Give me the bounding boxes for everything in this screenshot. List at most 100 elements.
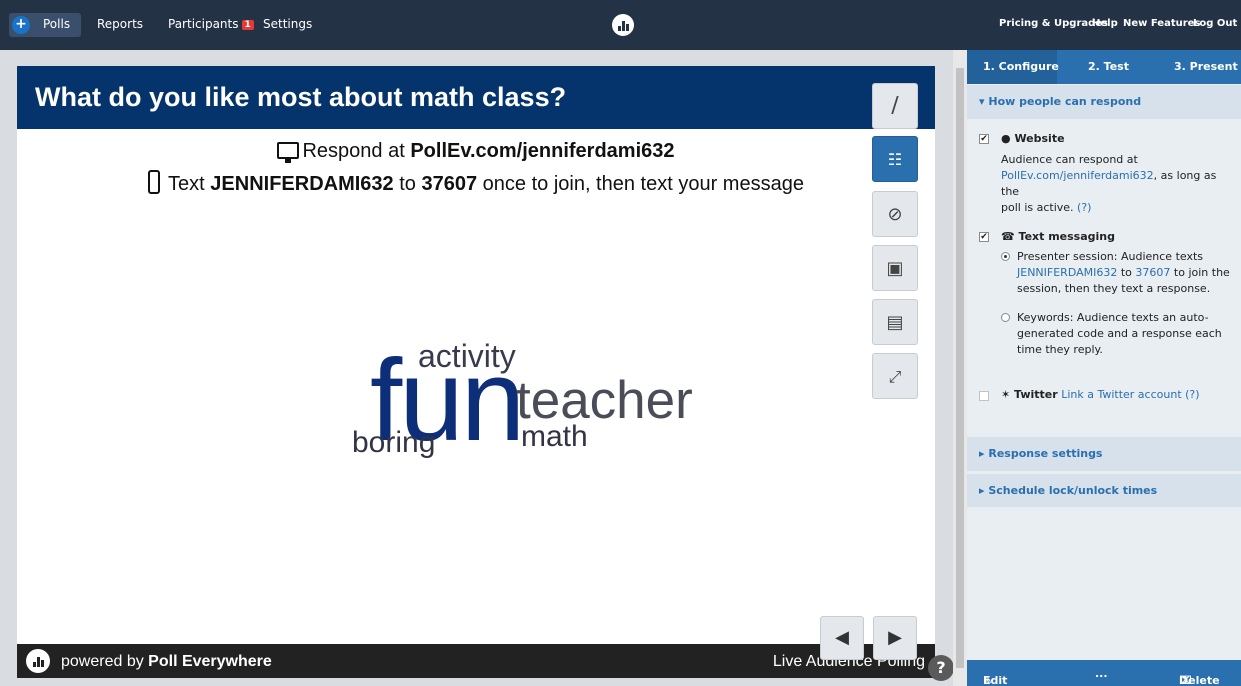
twitter-label: Twitter [1014, 388, 1058, 401]
twitter-option: ✶ Twitter Link a Twitter account (?) [1001, 387, 1200, 403]
top-nav: + Polls Reports Participants 1 Settings P… [0, 0, 1241, 50]
website-help-link[interactable]: (?) [1077, 201, 1091, 214]
respond-web-line: Respond at PollEv.com/jenniferdami632 [17, 140, 935, 163]
step-present[interactable]: 3. Present [1174, 60, 1238, 73]
arrow-right-icon: ▶ [888, 627, 902, 648]
nav-participants-label[interactable]: Participants [168, 17, 239, 31]
arrow-left-icon: ◀ [835, 627, 849, 648]
hide-results-button[interactable]: ⊘ [872, 191, 918, 237]
archive-button[interactable]: ▤ [872, 299, 918, 345]
text-messaging-option: ☎ Text messaging [1001, 229, 1115, 245]
configure-sidebar: 1. Configure 2. Test 3. Present ▾ How pe… [967, 50, 1241, 686]
keywords-radio[interactable] [1001, 313, 1010, 322]
notification-badge: 1 [241, 20, 254, 30]
steps-bar: 1. Configure 2. Test 3. Present [967, 50, 1241, 84]
twitter-help-link[interactable]: (?) [1185, 388, 1199, 401]
plus-icon[interactable]: + [12, 16, 30, 34]
eye-slash-icon: ⊘ [887, 204, 903, 225]
text-mid: to [393, 173, 422, 195]
next-button[interactable]: ▶ [873, 616, 917, 660]
nav-settings[interactable]: Settings [263, 17, 312, 31]
response-options-icon: ☷ [887, 150, 903, 169]
slide-title-bar: What do you like most about math class? [17, 66, 935, 129]
poll-title: What do you like most about math class? [35, 82, 567, 112]
website-option: ● Website [1001, 131, 1065, 147]
website-checkbox[interactable]: ✔ [979, 134, 989, 144]
how-respond-label: How people can respond [988, 95, 1142, 108]
sidebar-footer: ✎ Edit poll ... ⌧ Delete [967, 660, 1241, 686]
fullscreen-icon: ⤢ [888, 367, 902, 386]
caret-right-icon: ▸ [979, 484, 989, 497]
presenter-session-radio[interactable] [1001, 252, 1010, 261]
poll-everywhere-logo-icon [26, 649, 50, 673]
nav-participants[interactable]: Participants 1 [168, 17, 254, 31]
paintbrush-icon: ∕ [891, 93, 899, 118]
step-configure[interactable]: 1. Configure [983, 60, 1059, 73]
nav-polls[interactable]: Polls [43, 17, 70, 31]
powered-by: powered by Poll Everywhere [61, 653, 272, 671]
response-settings-header[interactable]: ▸ Response settings [967, 437, 1241, 471]
step-test[interactable]: 2. Test [1088, 60, 1129, 73]
keywords-text-2: generated code and a response each [1017, 327, 1222, 340]
presenter-text-3: session, then they text a response. [1017, 282, 1211, 295]
word-cloud-word: boring [352, 426, 436, 459]
text-suffix: once to join, then text your message [477, 173, 804, 195]
text-number: 37607 [421, 173, 478, 195]
presenter-code-link[interactable]: JENNIFERDAMI632 [1017, 266, 1117, 279]
twitter-icon: ✶ [1001, 388, 1015, 401]
nav-reports[interactable]: Reports [97, 17, 143, 31]
presenter-session-description: Presenter session: Audience texts JENNIF… [1017, 249, 1239, 297]
scrollbar-thumb[interactable] [956, 68, 964, 668]
nav-help[interactable]: Help [1092, 18, 1118, 29]
website-url-link[interactable]: PollEv.com/jenniferdami632 [1001, 169, 1154, 182]
response-settings-label: Response settings [988, 447, 1103, 460]
lock-button[interactable]: ▣ [872, 245, 918, 291]
text-prefix: Text [168, 173, 211, 195]
previous-button[interactable]: ◀ [820, 616, 864, 660]
caret-down-icon: ▾ [979, 95, 989, 108]
text-messaging-checkbox[interactable]: ✔ [979, 232, 989, 242]
fullscreen-button[interactable]: ⤢ [872, 353, 918, 399]
text-code: JENNIFERDAMI632 [210, 173, 394, 195]
text-messaging-icon: ☎ [1001, 230, 1019, 243]
presenter-text-2: to join the [1170, 266, 1230, 279]
how-respond-header[interactable]: ▾ How people can respond [967, 85, 1241, 119]
link-twitter-account[interactable]: Link a Twitter account [1061, 388, 1181, 401]
website-label: Website [1014, 132, 1065, 145]
keywords-text-3: time they reply. [1017, 343, 1103, 356]
more-button[interactable]: ... [1095, 667, 1108, 680]
powered-prefix: powered by [61, 653, 149, 670]
text-messaging-label: Text messaging [1018, 230, 1116, 243]
website-desc-text: Audience can respond at [1001, 153, 1138, 166]
respond-text-line: Text JENNIFERDAMI632 to 37607 once to jo… [17, 170, 935, 196]
paintbrush-button[interactable]: ∕ [872, 83, 918, 129]
help-question-icon[interactable]: ? [928, 655, 954, 681]
monitor-icon [277, 142, 300, 163]
schedule-label: Schedule lock/unlock times [988, 484, 1158, 497]
website-desc-text-3: poll is active. [1001, 201, 1074, 214]
respond-url: PollEv.com/jenniferdami632 [410, 140, 675, 162]
nav-logout[interactable]: Log Out [1193, 18, 1237, 29]
lock-icon: ▣ [886, 258, 904, 279]
presenter-text: Presenter session: Audience texts [1017, 250, 1204, 263]
slide-footer: powered by Poll Everywhere Live Audience… [17, 644, 935, 678]
nav-new-features[interactable]: New Features [1123, 18, 1200, 29]
presenter-number-link[interactable]: 37607 [1135, 266, 1170, 279]
presenter-to: to [1117, 266, 1136, 279]
edit-poll-label: Edit poll [983, 674, 1008, 686]
twitter-checkbox[interactable] [979, 391, 989, 401]
poll-slide: What do you like most about math class? … [17, 66, 935, 678]
poll-everywhere-logo-icon[interactable] [612, 14, 634, 36]
phone-icon [148, 170, 161, 194]
delete-label: Delete [1179, 674, 1220, 686]
globe-icon: ● [1001, 132, 1015, 145]
archive-icon: ▤ [886, 312, 904, 333]
schedule-header[interactable]: ▸ Schedule lock/unlock times [967, 473, 1241, 507]
keywords-description: Keywords: Audience texts an auto- genera… [1017, 310, 1239, 358]
powered-brand: Poll Everywhere [148, 653, 272, 670]
response-options-button[interactable]: ☷ [872, 136, 918, 182]
keywords-text: Keywords: Audience texts an auto- [1017, 311, 1209, 324]
website-description: Audience can respond at PollEv.com/jenni… [1001, 152, 1237, 216]
respond-prefix: Respond at [302, 140, 411, 162]
word-cloud-word: math [521, 420, 588, 453]
